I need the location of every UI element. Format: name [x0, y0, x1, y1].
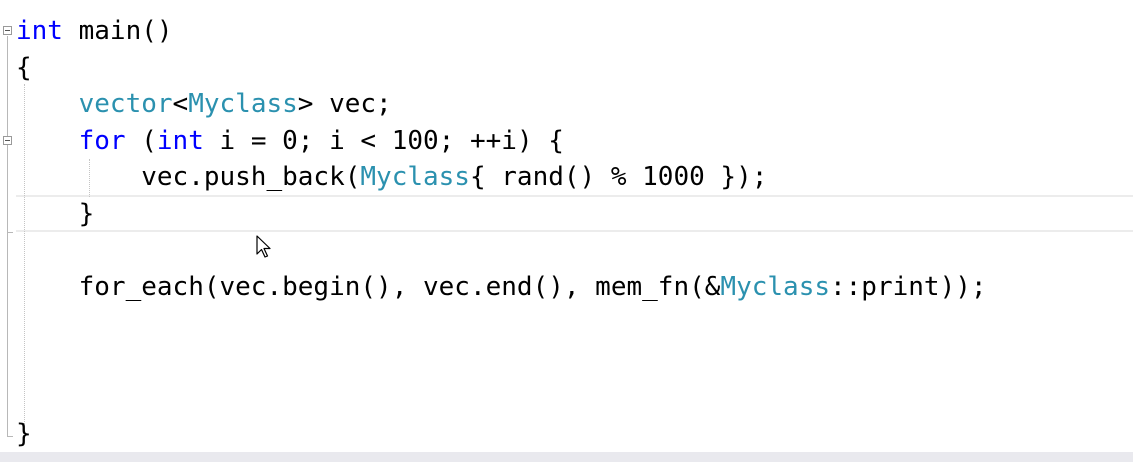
code-line-4[interactable]: for (int i = 0; i < 100; ++i) {: [16, 123, 564, 159]
code-text: <: [172, 89, 189, 119]
type-vector: vector: [78, 89, 173, 119]
collapse-main-icon[interactable]: [3, 26, 12, 35]
code-line-1[interactable]: int main(): [16, 13, 173, 49]
mouse-pointer-icon: [256, 235, 271, 258]
code-text: main(): [62, 16, 173, 46]
collapse-for-icon[interactable]: [3, 136, 12, 145]
type-myclass: Myclass: [188, 89, 298, 119]
close-brace: }: [16, 419, 32, 449]
fold-region-line-main: [7, 36, 8, 436]
code-text: ::print));: [830, 272, 987, 302]
code-line-8[interactable]: for_each(vec.begin(), vec.end(), mem_fn(…: [16, 269, 987, 305]
current-line-highlight: [16, 195, 1133, 232]
code-line-5[interactable]: vec.push_back(Myclass{ rand() % 1000 });: [16, 159, 767, 195]
code-text: (: [125, 126, 157, 156]
code-text: > vec;: [297, 89, 392, 119]
outlining-margin: [0, 0, 16, 452]
keyword-for: for: [78, 126, 126, 156]
code-text: { rand() % 1000 });: [469, 162, 768, 192]
code-line-2[interactable]: {: [16, 50, 32, 86]
code-text: i = 0; i < 100; ++i) {: [203, 126, 564, 156]
code-line-6[interactable]: }: [16, 196, 95, 232]
close-brace: }: [78, 199, 95, 229]
fold-end-tick-for: [7, 232, 13, 233]
code-line-3[interactable]: vector<Myclass> vec;: [16, 86, 392, 122]
fold-end-tick-main: [7, 436, 13, 437]
open-brace: {: [16, 53, 32, 83]
keyword-int: int: [156, 126, 204, 156]
code-editor[interactable]: int main() { vector<Myclass> vec; for (i…: [0, 0, 1133, 462]
code-text: vec.push_back(: [141, 162, 361, 192]
code-line-9[interactable]: }: [16, 416, 32, 452]
horizontal-scrollbar[interactable]: [0, 452, 1133, 462]
type-myclass: Myclass: [360, 162, 470, 192]
fold-region-line-for: [7, 146, 8, 232]
code-text: for_each(vec.begin(), vec.end(), mem_fn(…: [78, 272, 721, 302]
type-myclass: Myclass: [720, 272, 830, 302]
keyword-int: int: [16, 16, 63, 46]
